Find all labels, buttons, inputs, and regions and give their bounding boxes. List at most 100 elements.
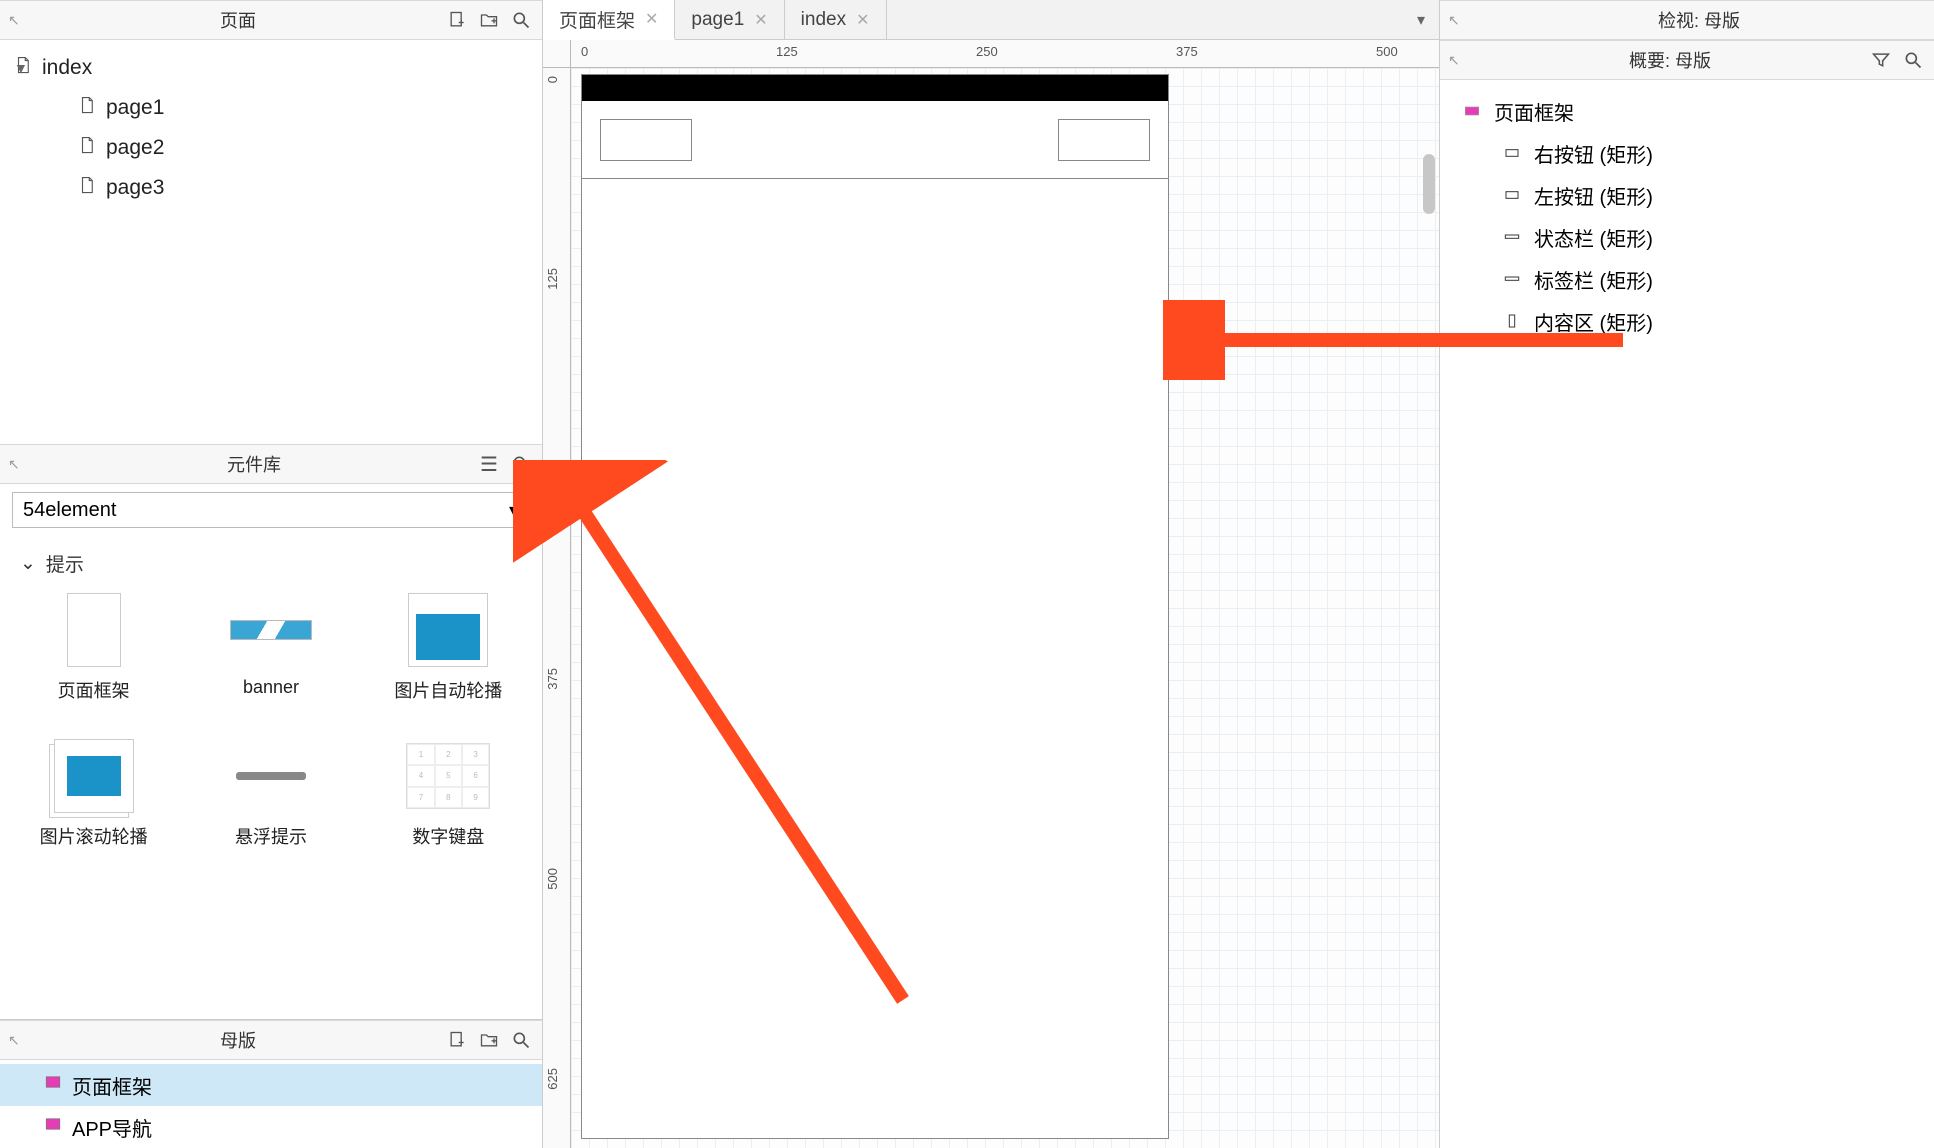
tab-page1[interactable]: page1 ✕	[675, 0, 784, 39]
tab-page-frame[interactable]: 页面框架 ✕	[543, 0, 675, 40]
widget-hover-tooltip[interactable]: 悬浮提示	[185, 737, 356, 877]
tab-index[interactable]: index ✕	[785, 0, 887, 39]
chevron-down-icon: ▾	[509, 498, 519, 523]
scrollbar-vertical[interactable]	[1423, 154, 1435, 214]
page-icon	[78, 94, 106, 122]
ruler-corner	[543, 40, 571, 68]
tab-label: page1	[691, 9, 744, 31]
page-icon	[78, 134, 106, 162]
outline-label: 标签栏 (矩形)	[1534, 265, 1653, 294]
outline-item-root[interactable]: 页面框架	[1440, 90, 1934, 132]
search-icon[interactable]	[508, 451, 534, 477]
page-tree-item-index[interactable]: ▼ index	[0, 48, 542, 88]
filter-icon[interactable]	[1868, 47, 1894, 73]
left-column: ↖ 页面 ▼ index page1 page2	[0, 0, 543, 1148]
widget-numeric-keypad[interactable]: 123456789数字键盘	[363, 737, 534, 877]
page-icon	[78, 174, 106, 202]
document-tabbar: 页面框架 ✕ page1 ✕ index ✕ ▾	[543, 0, 1439, 40]
rectangle-wide-icon	[1500, 229, 1524, 245]
library-select[interactable]: 54element ▾	[12, 492, 530, 528]
add-folder-icon[interactable]	[476, 1027, 502, 1053]
library-panel: ↖ 元件库 ☰ 54element ▾ ⌄ 提示 页面框架 banner 图片自…	[0, 444, 542, 1019]
menu-icon[interactable]: ☰	[476, 451, 502, 477]
close-icon[interactable]: ✕	[754, 10, 767, 30]
master-item-page-frame[interactable]: 页面框架	[0, 1064, 542, 1106]
search-icon[interactable]	[1900, 47, 1926, 73]
right-column: ↖ 检视: 母版 ↖ 概要: 母版 页面框架 右按钮 (矩形) 左按钮 (	[1439, 0, 1934, 1148]
inspect-panel-header: ↖ 检视: 母版	[1440, 0, 1934, 40]
rectangle-wide-icon	[1500, 271, 1524, 287]
master-label: APP导航	[72, 1113, 152, 1142]
outline-item-content-area[interactable]: 内容区 (矩形)	[1440, 300, 1934, 342]
canvas-column: 页面框架 ✕ page1 ✕ index ✕ ▾ 0 125 250 375 5…	[543, 0, 1439, 1148]
tab-label: 页面框架	[559, 6, 635, 33]
library-panel-header: ↖ 元件库 ☰	[0, 444, 542, 484]
widget-image-auto-carousel[interactable]: 图片自动轮播	[363, 591, 534, 731]
outline-item-label-bar[interactable]: 标签栏 (矩形)	[1440, 258, 1934, 300]
library-select-value: 54element	[23, 499, 116, 522]
master-icon	[1460, 103, 1484, 119]
outline-panel-header: ↖ 概要: 母版	[1440, 40, 1934, 80]
widget-banner[interactable]: banner	[185, 591, 356, 731]
close-icon[interactable]: ✕	[645, 9, 658, 29]
library-group-toggle[interactable]: ⌄ 提示	[0, 536, 542, 581]
page-tree-item-page1[interactable]: page1	[0, 88, 542, 128]
master-item-app-nav[interactable]: APP导航	[0, 1106, 542, 1148]
tab-label: index	[801, 9, 846, 31]
search-icon[interactable]	[508, 1027, 534, 1053]
shape-right-button[interactable]	[1058, 119, 1150, 161]
page-label: page2	[106, 136, 164, 160]
tabs-dropdown-icon[interactable]: ▾	[1403, 0, 1439, 39]
outline-label: 页面框架	[1494, 97, 1574, 126]
popout-icon[interactable]: ↖	[1448, 12, 1472, 29]
widget-image-scroll-carousel[interactable]: 图片滚动轮播	[8, 737, 179, 877]
rectangle-icon	[1500, 145, 1524, 161]
page-label: page1	[106, 96, 164, 120]
master-icon	[44, 1115, 62, 1139]
library-group-label: 提示	[46, 550, 84, 577]
outline-item-status-bar[interactable]: 状态栏 (矩形)	[1440, 216, 1934, 258]
page-label: page3	[106, 176, 164, 200]
add-folder-icon[interactable]	[476, 7, 502, 33]
popout-icon[interactable]: ↖	[8, 12, 32, 29]
page-label: index	[42, 56, 92, 80]
pages-panel-title: 页面	[32, 7, 444, 33]
shape-status-bar[interactable]	[582, 75, 1168, 101]
library-panel-title: 元件库	[32, 451, 476, 477]
add-page-icon[interactable]	[444, 7, 470, 33]
outline-tree: 页面框架 右按钮 (矩形) 左按钮 (矩形) 状态栏 (矩形) 标签栏 (矩形)…	[1440, 80, 1934, 342]
widget-page-frame[interactable]: 页面框架	[8, 591, 179, 731]
popout-icon[interactable]: ↖	[8, 1032, 32, 1049]
artboard-page-frame[interactable]	[581, 74, 1169, 1139]
shape-left-button[interactable]	[600, 119, 692, 161]
masters-panel: ↖ 母版 页面框架 APP导航	[0, 1019, 542, 1148]
outline-label: 状态栏 (矩形)	[1534, 223, 1653, 252]
close-icon[interactable]: ✕	[856, 10, 869, 30]
inspect-panel-title: 检视: 母版	[1472, 7, 1926, 33]
ruler-vertical[interactable]: 0 125 250 375 500 625	[543, 68, 571, 1148]
masters-panel-title: 母版	[32, 1027, 444, 1053]
page-icon	[14, 54, 42, 82]
master-icon	[44, 1073, 62, 1097]
shape-nav-bar[interactable]	[582, 101, 1168, 179]
pages-panel-header: ↖ 页面	[0, 0, 542, 40]
add-master-icon[interactable]	[444, 1027, 470, 1053]
library-grid: 页面框架 banner 图片自动轮播 图片滚动轮播 悬浮提示 123456789…	[0, 581, 542, 887]
outline-label: 内容区 (矩形)	[1534, 307, 1653, 336]
masters-list: 页面框架 APP导航	[0, 1060, 542, 1148]
outline-item-left-button[interactable]: 左按钮 (矩形)	[1440, 174, 1934, 216]
outline-label: 左按钮 (矩形)	[1534, 181, 1653, 210]
masters-panel-header: ↖ 母版	[0, 1020, 542, 1060]
pages-tree: ▼ index page1 page2 page3	[0, 40, 542, 444]
rectangle-icon	[1500, 187, 1524, 203]
ruler-horizontal[interactable]: 0 125 250 375 500	[571, 40, 1439, 68]
popout-icon[interactable]: ↖	[1448, 52, 1472, 69]
search-icon[interactable]	[508, 7, 534, 33]
outline-item-right-button[interactable]: 右按钮 (矩形)	[1440, 132, 1934, 174]
page-tree-item-page3[interactable]: page3	[0, 168, 542, 208]
canvas-wrap: 0 125 250 375 500 0 125 250 375 500 625	[543, 40, 1439, 1148]
master-label: 页面框架	[72, 1071, 152, 1100]
popout-icon[interactable]: ↖	[8, 456, 32, 473]
page-tree-item-page2[interactable]: page2	[0, 128, 542, 168]
canvas-stage[interactable]	[571, 68, 1439, 1148]
